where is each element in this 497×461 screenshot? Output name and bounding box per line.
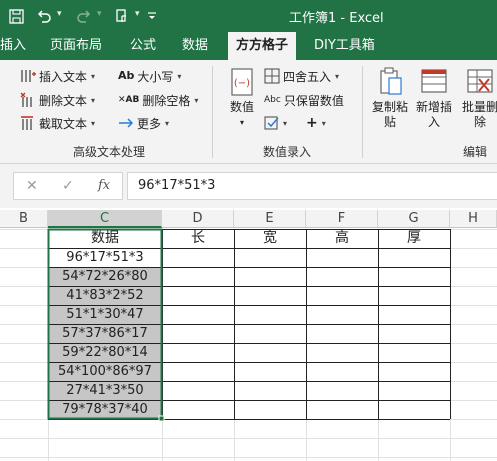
data-cell[interactable]: 27*41*3*50 [48, 381, 162, 400]
data-cell[interactable]: 96*17*51*3 [48, 248, 162, 267]
data-cell[interactable]: 54*100*86*97 [48, 362, 162, 381]
data-cell[interactable]: 59*22*80*14 [48, 343, 162, 362]
data-cell[interactable]: 54*72*26*80 [48, 267, 162, 286]
header-cell[interactable]: 长 [162, 229, 234, 248]
data-cell[interactable]: 79*78*37*40 [48, 400, 162, 419]
data-cell[interactable]: 41*83*2*52 [48, 286, 162, 305]
header-cell[interactable]: 数据 [48, 229, 162, 248]
data-cell[interactable]: 51*1*30*47 [48, 305, 162, 324]
header-cell[interactable]: 厚 [378, 229, 450, 248]
header-cell[interactable]: 高 [306, 229, 378, 248]
data-cell[interactable]: 57*37*86*17 [48, 324, 162, 343]
header-cell[interactable]: 宽 [234, 229, 306, 248]
